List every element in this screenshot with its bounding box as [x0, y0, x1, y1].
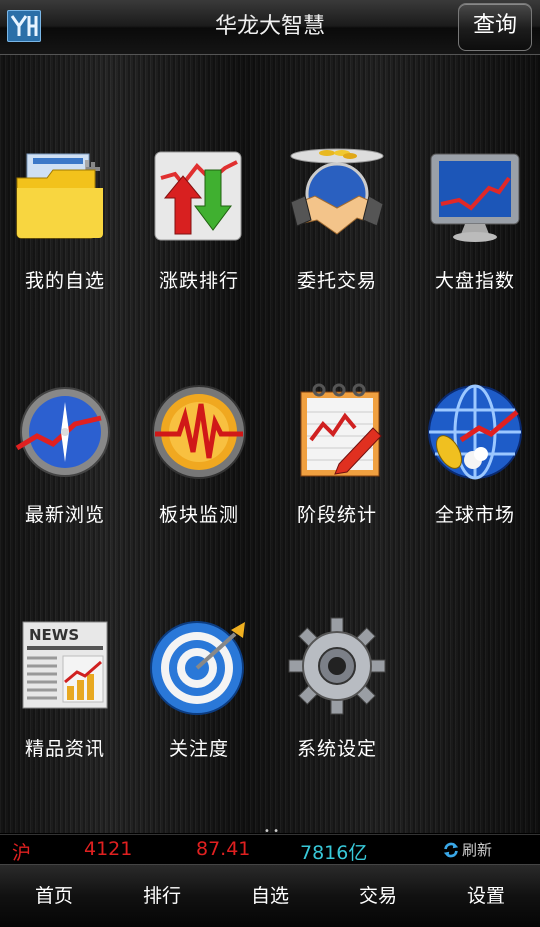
tile-label: 涨跌排行: [158, 270, 239, 292]
nav-settings[interactable]: 设置: [432, 865, 540, 927]
main-menu-grid: 我的自选 涨跌排行 委托交易 大盘指数 最新浏览 板块监测 阶段统计 全球市场 …: [0, 55, 540, 833]
bottom-nav: 首页 排行 自选 交易 设置: [0, 864, 540, 927]
query-button[interactable]: 查询: [458, 3, 532, 51]
index-price: 4121: [84, 838, 133, 860]
refresh-icon: [443, 842, 459, 858]
tile-gainers-losers[interactable]: 涨跌排行: [134, 148, 264, 318]
nav-ranking[interactable]: 排行: [108, 865, 216, 927]
market-ticker: 沪 4121 87.41 7816亿 刷新: [0, 834, 540, 865]
tile-attention[interactable]: 关注度: [134, 616, 264, 786]
title-bar: 华龙大智慧 查询: [0, 0, 540, 55]
index-change: 87.41: [196, 838, 251, 860]
tile-label: 关注度: [168, 738, 229, 760]
tile-label: 系统设定: [296, 738, 377, 760]
tile-label: 最新浏览: [24, 504, 105, 526]
index-name: 沪: [12, 842, 32, 864]
target-icon: [150, 621, 245, 715]
nav-home[interactable]: 首页: [0, 865, 108, 927]
monitor-chart-icon: [430, 153, 520, 242]
gauge-pulse-icon: [152, 385, 246, 479]
tile-label: 精品资讯: [24, 738, 105, 760]
globe-icon: [428, 384, 522, 480]
refresh-button[interactable]: 刷新: [442, 839, 518, 861]
tile-system-settings[interactable]: 系统设定: [272, 616, 402, 786]
nav-trade[interactable]: 交易: [324, 865, 432, 927]
refresh-label: 刷新: [462, 841, 493, 859]
tile-period-stats[interactable]: 阶段统计: [272, 382, 402, 552]
tile-label: 阶段统计: [296, 504, 377, 526]
tile-trading[interactable]: 委托交易: [272, 148, 402, 318]
notebook-chart-icon: [300, 383, 382, 477]
tile-label: 大盘指数: [434, 270, 515, 292]
tile-sector-monitor[interactable]: 板块监测: [134, 382, 264, 552]
tile-recent-browse[interactable]: 最新浏览: [0, 382, 130, 552]
tile-label: 板块监测: [158, 504, 239, 526]
nav-watchlist[interactable]: 自选: [216, 865, 324, 927]
tile-label: 我的自选: [24, 270, 105, 292]
gear-icon: [288, 617, 386, 715]
svg-text:NEWS: NEWS: [29, 626, 79, 644]
tile-label: 委托交易: [296, 270, 377, 292]
tile-premium-news[interactable]: NEWS 精品资讯: [0, 616, 130, 786]
folder-icon: [16, 153, 103, 239]
tile-market-index[interactable]: 大盘指数: [410, 148, 540, 318]
handshake-icon: [290, 148, 384, 235]
tile-label: 全球市场: [434, 504, 515, 526]
compass-clock-icon: [15, 387, 110, 477]
news-icon: NEWS: [22, 621, 108, 709]
up-down-arrows-icon: [154, 151, 242, 241]
index-volume: 7816亿: [300, 842, 368, 864]
tile-global-markets[interactable]: 全球市场: [410, 382, 540, 552]
tile-my-watchlist[interactable]: 我的自选: [0, 148, 130, 318]
